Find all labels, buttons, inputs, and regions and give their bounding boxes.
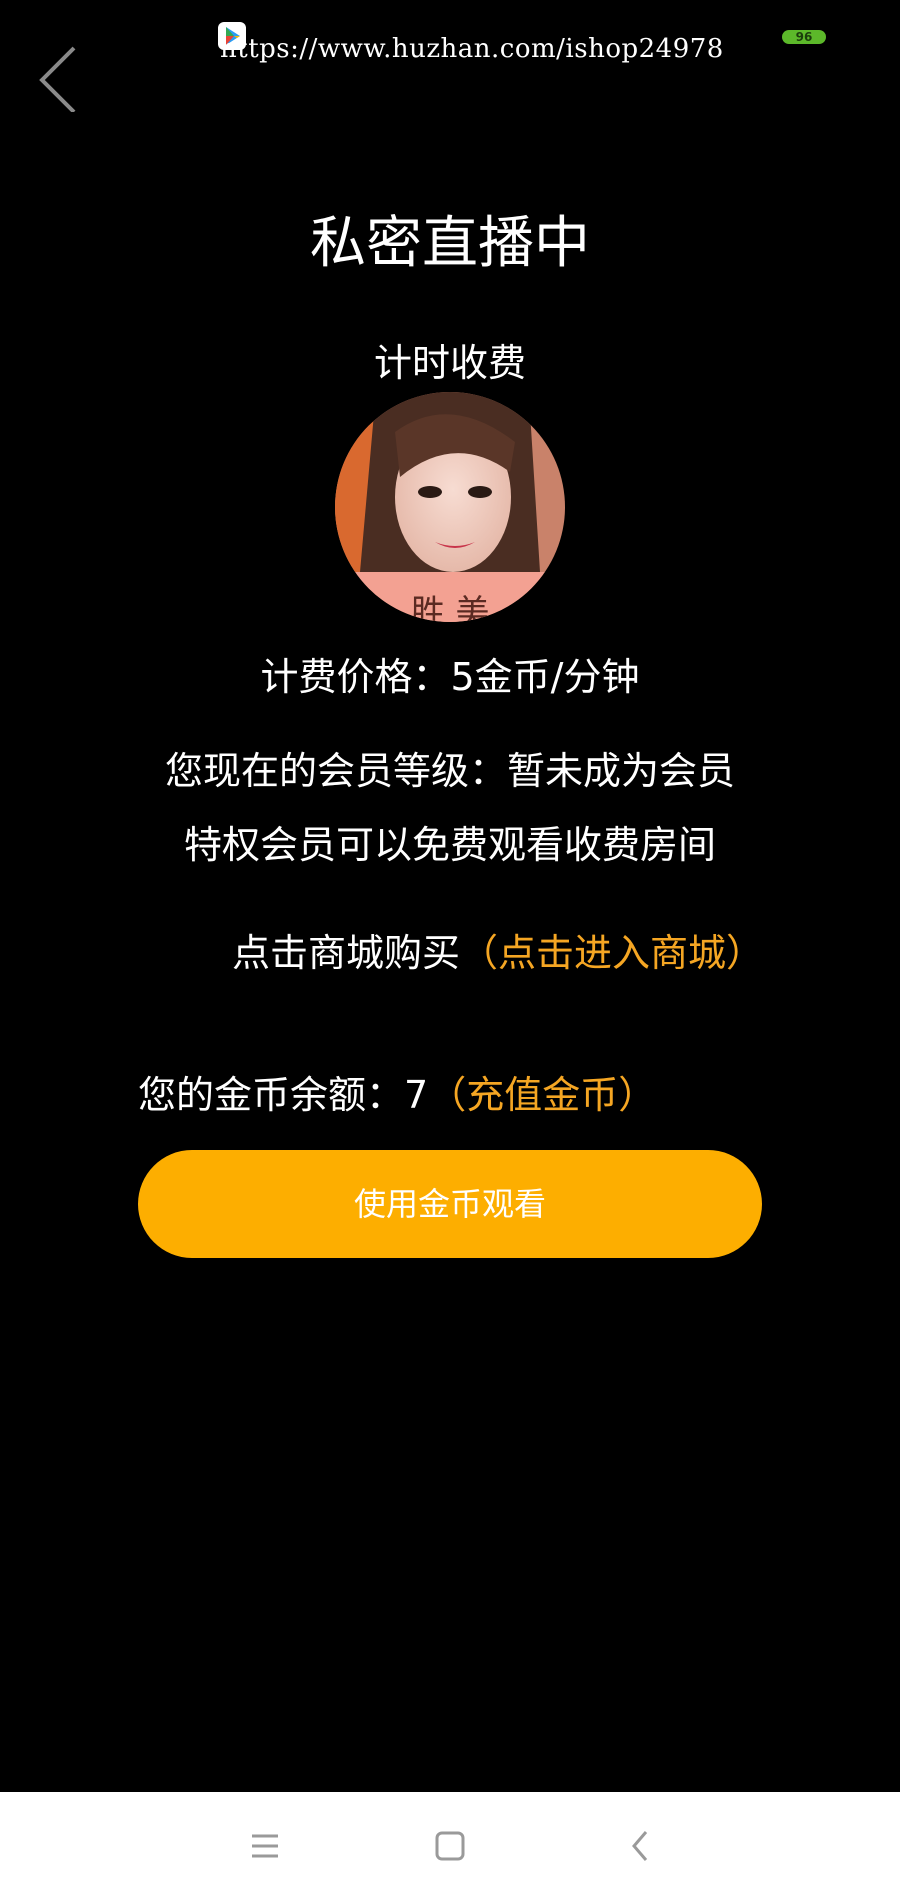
- billing-mode-label: 计时收费: [373, 341, 526, 385]
- member-level-line: 您现在的会员等级：暂未成为会员: [164, 749, 735, 793]
- coin-balance: 您的金币余额：7: [138, 1073, 429, 1117]
- system-back-button[interactable]: [620, 1826, 660, 1866]
- watch-with-coins-button[interactable]: 使用金币观看: [138, 1150, 762, 1258]
- chevron-left-icon: [39, 46, 76, 114]
- menu-button[interactable]: [244, 1826, 284, 1866]
- svg-text:胜 美: 胜 美: [411, 593, 490, 622]
- back-triangle-icon: [632, 1831, 648, 1861]
- privilege-line: 特权会员可以免费观看收费房间: [183, 823, 716, 867]
- back-button[interactable]: [28, 40, 88, 114]
- home-square-icon: [435, 1831, 465, 1861]
- shop-prompt: 点击商城购买: [232, 931, 461, 975]
- menu-icon: [252, 1834, 278, 1858]
- recharge-link[interactable]: （充值金币）: [428, 1073, 656, 1117]
- home-button[interactable]: [430, 1826, 470, 1866]
- system-nav-bar: [0, 1792, 900, 1900]
- enter-shop-link[interactable]: （点击进入商城）: [460, 931, 764, 975]
- shop-line: 点击商城购买（点击进入商城）: [232, 922, 764, 977]
- watermark-url: https://www.huzhan.com/ishop24978: [220, 34, 724, 64]
- balance-line: 您的金币余额：7（充值金币）: [138, 1064, 656, 1119]
- battery-indicator: 96: [782, 30, 826, 44]
- price-line: 计费价格：5金币/分钟: [260, 655, 640, 699]
- page-title: 私密直播中: [310, 211, 590, 276]
- host-avatar: 胜 美: [335, 392, 565, 622]
